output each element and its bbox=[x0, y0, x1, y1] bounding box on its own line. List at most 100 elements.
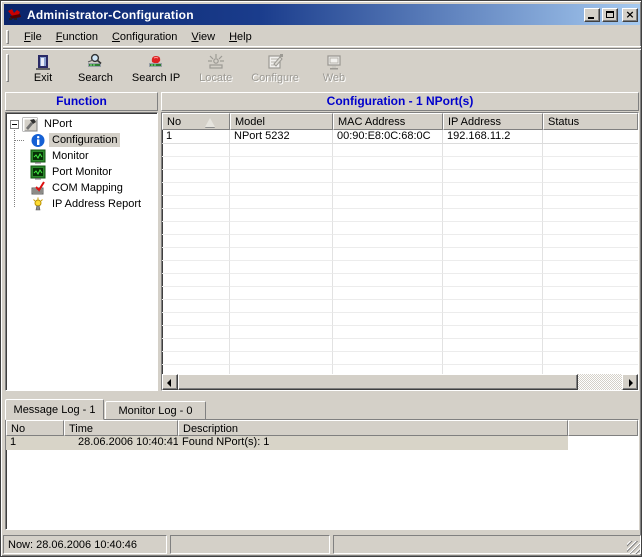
tree-item-configuration[interactable]: Configuration bbox=[6, 132, 157, 148]
tab-monitor-log[interactable]: Monitor Log - 0 bbox=[105, 401, 206, 420]
tree-item-ip-address-report[interactable]: IP Address Report bbox=[6, 196, 157, 212]
menu-bar: File Function Configuration View Help bbox=[3, 27, 641, 47]
function-panel-title: Function bbox=[5, 92, 158, 111]
menu-function[interactable]: Function bbox=[49, 28, 105, 46]
search-ip-button[interactable]: Search IP bbox=[126, 51, 186, 85]
tree-item-monitor[interactable]: Monitor bbox=[6, 148, 157, 164]
window-title: Administrator-Configuration bbox=[27, 8, 582, 22]
close-button[interactable]: × bbox=[622, 8, 638, 22]
empty-grid-row bbox=[162, 287, 638, 300]
status-section-2 bbox=[170, 535, 330, 554]
tree-item-label: Monitor bbox=[49, 149, 92, 163]
info-icon bbox=[30, 133, 46, 148]
column-header-model[interactable]: Model bbox=[230, 113, 333, 130]
configure-button: Configure bbox=[245, 51, 305, 85]
empty-grid-row bbox=[162, 157, 638, 170]
toolbar-label: Configure bbox=[251, 72, 299, 84]
exit-door-icon bbox=[33, 53, 53, 71]
horizontal-scrollbar[interactable] bbox=[162, 374, 638, 390]
tree-stub bbox=[15, 140, 24, 141]
cell-mac: 00:90:E8:0C:68:0C bbox=[333, 130, 443, 144]
column-header-mac[interactable]: MAC Address bbox=[333, 113, 443, 130]
configure-document-icon bbox=[265, 53, 285, 71]
web-monitor-icon bbox=[324, 53, 344, 71]
status-now: Now: 28.06.2006 10:40:46 bbox=[3, 535, 167, 554]
toolbar-label: Web bbox=[323, 72, 345, 84]
log-row[interactable]: 1 28.06.2006 10:40:41 Found NPort(s): 1 bbox=[6, 436, 638, 450]
log-column-no[interactable]: No bbox=[6, 420, 64, 436]
title-bar[interactable]: Administrator-Configuration × bbox=[4, 4, 640, 25]
scroll-right-icon[interactable] bbox=[622, 374, 638, 390]
toolbar: Exit Search Search IP bbox=[3, 48, 641, 87]
toolbar-grip-handle[interactable] bbox=[6, 54, 9, 82]
tree-item-label: Port Monitor bbox=[49, 165, 115, 179]
resize-grip[interactable] bbox=[627, 541, 640, 554]
status-section-3 bbox=[333, 535, 641, 554]
menu-view[interactable]: View bbox=[184, 28, 222, 46]
tree-item-port-monitor[interactable]: Port Monitor bbox=[6, 164, 157, 180]
toolbar-label: Search IP bbox=[132, 72, 180, 84]
collapse-toggle-icon[interactable] bbox=[10, 120, 19, 129]
tree-item-label: Configuration bbox=[49, 133, 120, 147]
device-row[interactable]: 1 NPort 5232 00:90:E8:0C:68:0C 192.168.1… bbox=[162, 130, 638, 144]
device-table-panel: No Model MAC Address IP Address Status 1… bbox=[161, 112, 639, 391]
empty-grid-row bbox=[162, 339, 638, 352]
menu-configuration[interactable]: Configuration bbox=[105, 28, 184, 46]
locate-beacon-icon bbox=[206, 53, 226, 71]
cell-status bbox=[543, 130, 638, 144]
cell-model: NPort 5232 bbox=[230, 130, 333, 144]
cell-no: 1 bbox=[162, 130, 230, 144]
column-header-no[interactable]: No bbox=[162, 113, 230, 130]
column-header-status[interactable]: Status bbox=[543, 113, 638, 130]
log-column-time[interactable]: Time bbox=[64, 420, 178, 436]
empty-grid-row bbox=[162, 209, 638, 222]
function-tree-panel: NPort Configuration bbox=[5, 112, 158, 391]
toolbar-label: Exit bbox=[34, 72, 52, 84]
toolbar-label: Locate bbox=[199, 72, 232, 84]
search-magnifier-icon bbox=[85, 53, 105, 71]
menu-grip-handle[interactable] bbox=[6, 30, 9, 44]
empty-grid-row bbox=[162, 352, 638, 365]
exit-button[interactable]: Exit bbox=[21, 51, 65, 85]
tree-item-label: IP Address Report bbox=[49, 197, 144, 211]
log-table-panel: No Time Description 1 28.06.2006 10:40:4… bbox=[5, 419, 639, 530]
column-header-ip[interactable]: IP Address bbox=[443, 113, 543, 130]
port-monitor-icon bbox=[30, 165, 46, 180]
search-ip-icon bbox=[146, 53, 166, 71]
tree-root-nport[interactable]: NPort bbox=[6, 116, 157, 132]
empty-grid-row bbox=[162, 183, 638, 196]
minimize-icon bbox=[588, 17, 594, 19]
scrollbar-track[interactable] bbox=[578, 374, 622, 390]
empty-grid-row bbox=[162, 170, 638, 183]
log-column-description[interactable]: Description bbox=[178, 420, 568, 436]
scrollbar-thumb[interactable] bbox=[178, 374, 578, 390]
sort-ascending-icon bbox=[205, 118, 215, 127]
menu-help[interactable]: Help bbox=[222, 28, 259, 46]
app-window: Administrator-Configuration × File Funct… bbox=[0, 0, 642, 557]
scroll-left-icon[interactable] bbox=[162, 374, 178, 390]
function-tree: NPort Configuration bbox=[6, 113, 157, 212]
empty-grid-row bbox=[162, 144, 638, 157]
tab-message-log[interactable]: Message Log - 1 bbox=[5, 399, 104, 420]
minimize-button[interactable] bbox=[584, 8, 600, 22]
tree-item-label: COM Mapping bbox=[49, 181, 126, 195]
web-button: Web bbox=[312, 51, 356, 85]
empty-grid-row bbox=[162, 196, 638, 209]
search-button[interactable]: Search bbox=[72, 51, 119, 85]
empty-grid-row bbox=[162, 261, 638, 274]
empty-grid-row bbox=[162, 235, 638, 248]
log-table-header: No Time Description bbox=[6, 420, 638, 436]
maximize-button[interactable] bbox=[602, 8, 618, 22]
toolbar-label: Search bbox=[78, 72, 113, 84]
tree-root-label: NPort bbox=[41, 117, 75, 131]
ip-report-icon bbox=[30, 197, 46, 212]
log-cell-no: 1 bbox=[6, 436, 64, 450]
tree-item-com-mapping[interactable]: COM Mapping bbox=[6, 180, 157, 196]
hammer-icon bbox=[22, 117, 38, 132]
log-column-spacer bbox=[568, 420, 638, 436]
device-table-header: No Model MAC Address IP Address Status bbox=[162, 113, 638, 130]
device-panel-title: Configuration - 1 NPort(s) bbox=[161, 92, 639, 111]
menu-file[interactable]: File bbox=[17, 28, 49, 46]
empty-grid-row bbox=[162, 274, 638, 287]
close-icon: × bbox=[623, 8, 637, 21]
